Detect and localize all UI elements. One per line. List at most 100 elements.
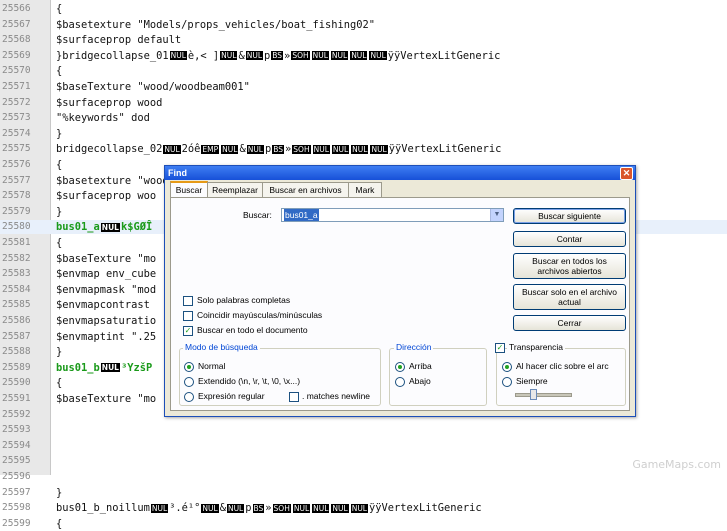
line-number: 25598 [2,502,31,514]
line-number: 25574 [2,127,31,139]
matches-newline-checkbox[interactable] [289,392,299,402]
line-number: 25592 [2,408,31,420]
find-all-open-label-2: archivos abiertos [537,266,602,276]
text-segment: ³YzšP [120,361,153,374]
dialog-title: Find [168,168,187,178]
direction-down-label: Abajo [409,376,431,386]
line-number: 25593 [2,424,31,436]
mode-regex-radio[interactable] [184,392,194,402]
close-icon[interactable]: ✕ [620,167,633,180]
chevron-down-icon[interactable]: ▼ [490,209,503,221]
editor-line[interactable]: 25574} [0,127,727,141]
editor-line[interactable]: 25571 $baseTexture "wood/woodbeam001" [0,80,727,94]
text-segment: p [245,502,252,515]
editor-line[interactable]: 25594 [0,439,727,453]
line-text: } [56,205,63,218]
control-char-marker: NUL [163,144,181,154]
text-segment: » [265,502,272,515]
control-char-marker: NUL [331,144,350,154]
mode-extended-radio[interactable] [184,377,194,387]
line-text: bus01_b NUL ³YzšP [56,361,152,375]
search-input[interactable]: bus01_a ▼ [281,208,504,222]
matches-newline-label: . matches newline [302,391,371,401]
line-number: 25569 [2,49,31,61]
line-text: } [56,127,63,140]
line-number: 25590 [2,377,31,389]
whole-words-checkbox[interactable] [183,296,193,306]
transparency-checkbox[interactable]: ✓ [495,343,505,353]
dialog-titlebar[interactable]: Find ✕ [165,166,635,180]
editor-line[interactable]: 25599 { [0,517,727,531]
editor-line[interactable]: 25570 { [0,64,727,78]
line-text: $envmapcontrast [56,299,150,312]
match-case-checkbox[interactable] [183,311,193,321]
control-char-marker: BS [272,144,285,154]
line-number: 25582 [2,252,31,264]
tab-mark[interactable]: Mark [348,182,382,197]
tab-buscar[interactable]: Buscar [170,181,208,198]
transparency-slider-track[interactable] [515,393,572,397]
control-char-marker: NUL [245,51,263,61]
control-char-marker: NUL [311,51,329,61]
text-segment: ÿÿVertexLitGeneric [368,502,482,515]
mode-normal-radio[interactable] [184,362,194,372]
text-segment: k$GØÎ [120,221,153,234]
editor-line[interactable]: 25575 bridgecollapse_02 NUL 2óê EMP NUL & NUL p B… [0,142,727,156]
line-number: 25577 [2,174,31,186]
editor-line[interactable]: 25568 $surfaceprop default [0,33,727,47]
line-text: $surfaceprop default [56,34,182,47]
mode-regex-label: Expresión regular [198,391,265,401]
line-text: $surfaceprop wood [56,96,163,109]
line-text: { [56,517,63,530]
direction-title: Dirección [394,342,434,352]
editor-line[interactable]: 25567 $basetexture "Models/props_vehicles… [0,18,727,32]
line-number: 25584 [2,283,31,295]
find-current-label-2: actual [558,297,581,307]
count-button[interactable]: Contar [513,231,626,247]
line-text: { [56,65,63,78]
line-text: }bridgecollapse_01 NUL è,< ] NUL & NUL p BS» SOH… [56,49,500,63]
editor-line[interactable]: 25595 [0,454,727,468]
find-all-open-label-1: Buscar en todos los [532,256,607,266]
find-next-button[interactable]: Buscar siguiente [513,208,626,224]
transparency-on-focus-lost-radio[interactable] [502,362,512,372]
direction-up-radio[interactable] [395,362,405,372]
editor-line[interactable]: 25593 [0,423,727,437]
control-char-marker: SOH [292,144,311,154]
tab-buscar-en-archivos[interactable]: Buscar en archivos [262,182,349,197]
line-number: 25568 [2,34,31,46]
editor-line[interactable]: 25596 [0,470,727,484]
line-number: 25589 [2,361,31,373]
control-char-marker: BS [252,503,265,513]
direction-down-radio[interactable] [395,377,405,387]
editor-line[interactable]: 25569 }bridgecollapse_01 NUL è,< ] NUL & NUL p B… [0,49,727,63]
text-segment: ÿÿVertexLitGeneric [387,49,501,62]
tab-reemplazar[interactable]: Reemplazar [207,182,263,197]
control-char-marker: SOH [272,503,291,513]
find-current-file-button[interactable]: Buscar solo en el archivo actual [513,284,626,310]
close-button[interactable]: Cerrar [513,315,626,331]
editor-line[interactable]: 25598 bus01_b_noillum NUL ³.é¹° NUL & NUL p BS» S… [0,501,727,515]
control-char-marker: NUL [221,144,239,154]
control-char-marker: NUL [169,51,187,61]
line-number: 25571 [2,81,31,92]
transparency-always-radio[interactable] [502,377,512,387]
editor-line[interactable]: 25566 { [0,2,727,16]
text-segment: & [239,143,246,156]
line-text: bridgecollapse_02 NUL 2óê EMP NUL & NUL p BS» SOH… [56,142,501,156]
text-segment: & [219,502,226,515]
line-text: { [56,377,63,390]
wrap-checkbox[interactable]: ✓ [183,326,193,336]
text-segment: ÿÿVertexLitGeneric [388,143,502,156]
editor-line[interactable]: 25597} [0,486,727,500]
find-all-open-button[interactable]: Buscar en todos los archivos abiertos [513,253,626,279]
search-mode-title: Modo de búsqueda [183,342,260,352]
direction-group [389,348,487,406]
editor-line[interactable]: 25572 $surfaceprop wood [0,96,727,110]
transparency-slider-thumb[interactable] [530,389,537,400]
editor-line[interactable]: 25573 "%keywords" dod [0,111,727,125]
transparency-title: Transparencia [507,342,566,352]
control-char-marker: NUL [350,51,368,61]
line-number: 25570 [2,65,31,77]
control-char-marker: NUL [312,144,330,154]
